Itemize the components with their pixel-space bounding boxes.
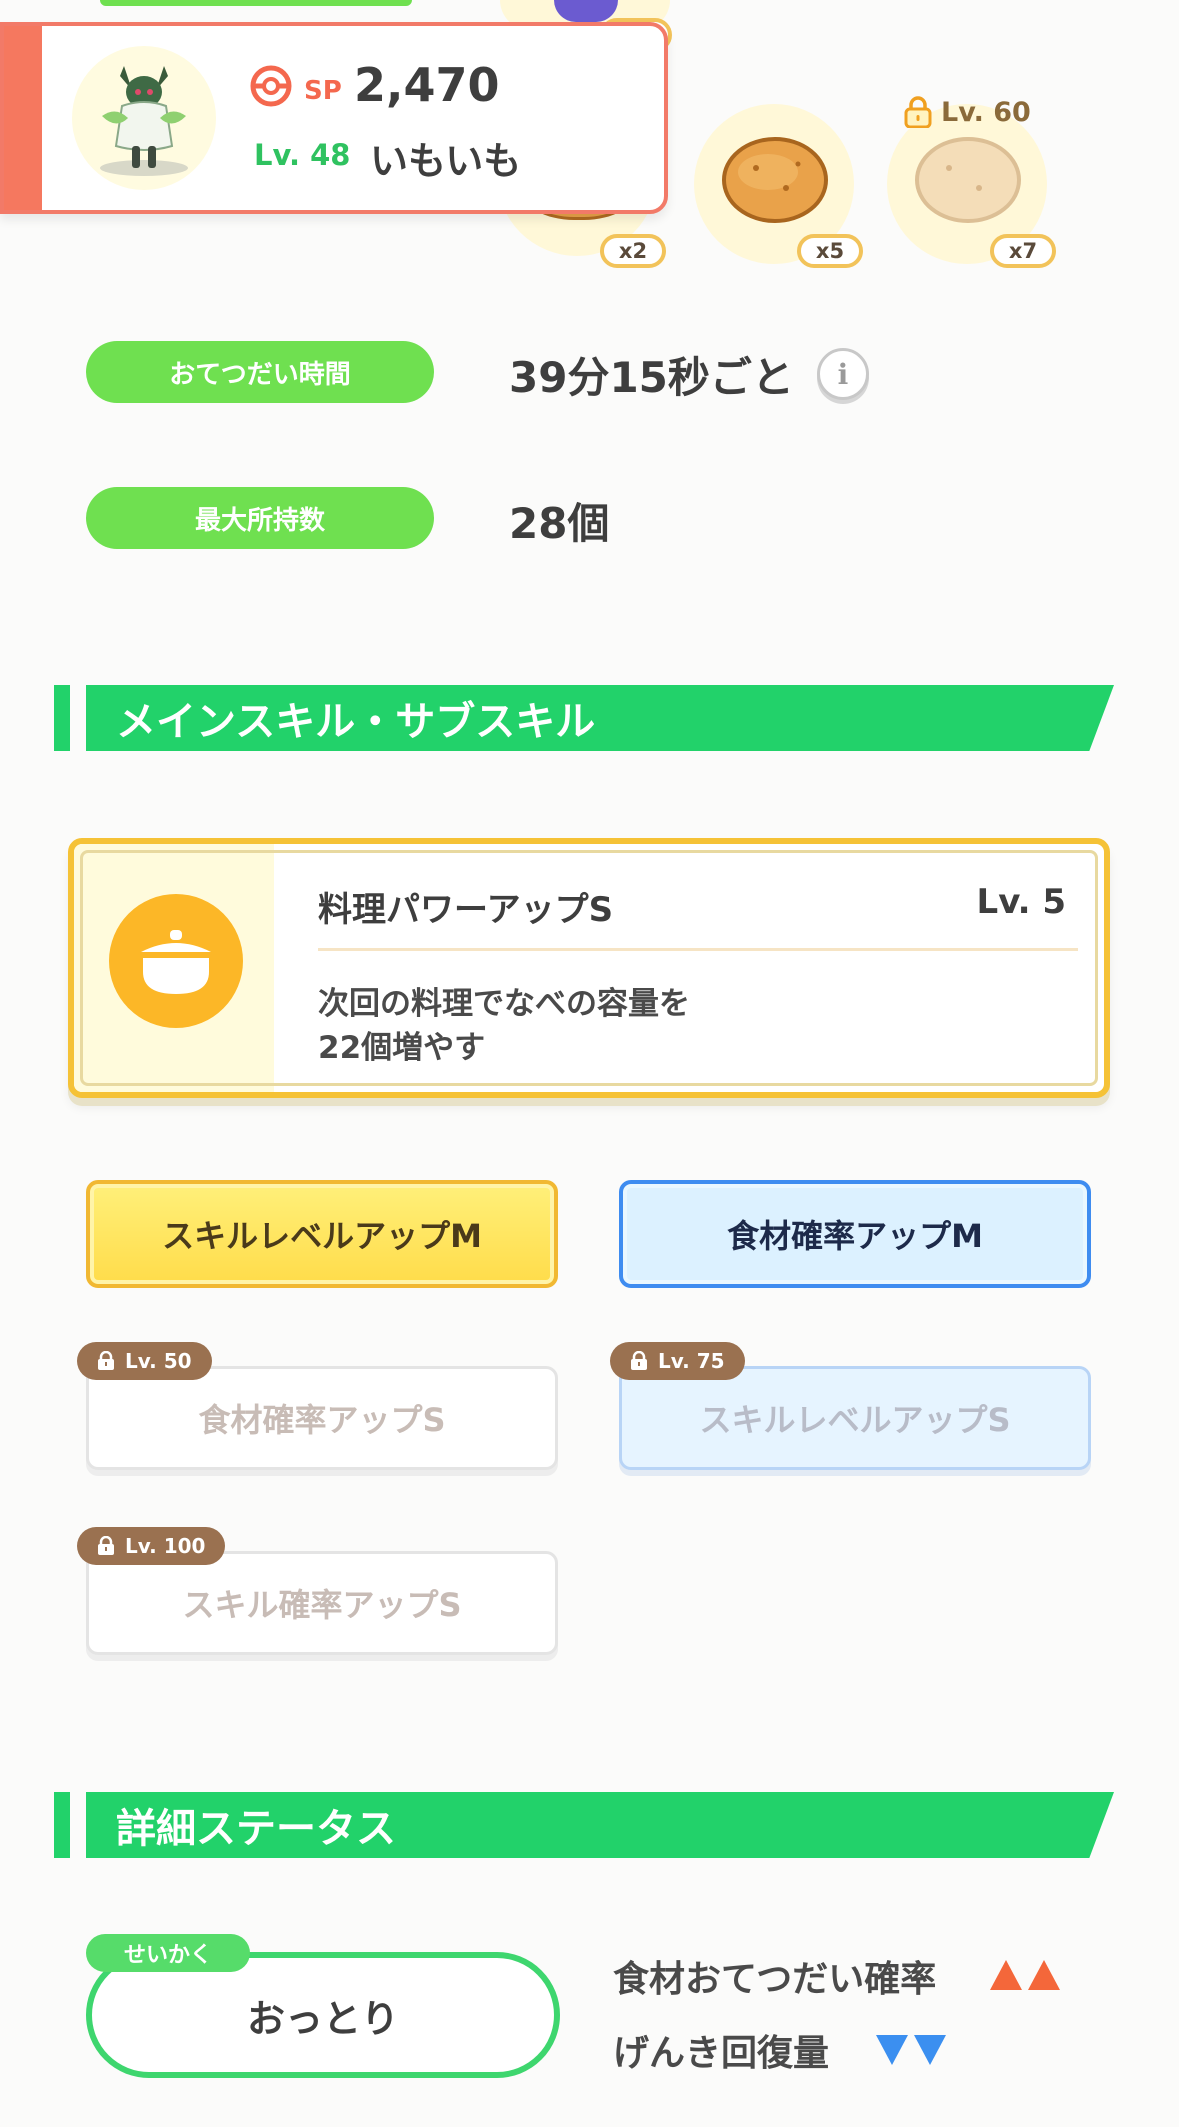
detail-section-header: 詳細ステータス	[54, 1792, 1114, 1858]
pokemon-sprite-icon	[100, 66, 188, 176]
main-skill-card[interactable]: 料理パワーアップS Lv. 5 次回の料理でなべの容量を 22個増やす	[68, 838, 1110, 1098]
max-carry-value: 28個	[509, 499, 610, 548]
help-time-label: おてつだい時間	[86, 341, 434, 403]
nature-tag: せいかく	[86, 1934, 250, 1972]
sub-skill-4-lock-tag: Lv. 75	[610, 1342, 745, 1380]
sub-skill-3-lock-tag: Lv. 50	[77, 1342, 212, 1380]
sub-skill-2[interactable]: 食材確率アップM	[619, 1180, 1091, 1288]
nature-up-stat-label: 食材おてつだい確率	[613, 1959, 937, 2000]
ingredient-count-1: x2	[600, 234, 666, 268]
sub-skill-1[interactable]: スキルレベルアップM	[86, 1180, 558, 1288]
potato-icon-locked	[915, 137, 1021, 223]
pokeball-icon	[250, 65, 292, 107]
top-bar-fragment	[100, 0, 412, 6]
lock-icon	[631, 1351, 647, 1370]
detail-section-title: 詳細ステータス	[116, 1806, 396, 1852]
up-arrows-icon	[990, 1960, 1060, 1990]
pokemon-header-card[interactable]: SP 2,470 Lv. 48 いもいも	[0, 22, 668, 214]
sub-skill-5-lock-tag: Lv. 100	[77, 1527, 226, 1565]
main-skill-description-2: 22個増やす	[318, 1030, 486, 1066]
main-skill-description-1: 次回の料理でなべの容量を	[318, 986, 690, 1022]
main-skill-level: Lv. 5	[976, 882, 1066, 922]
header-accent-stripe	[4, 26, 42, 210]
ingredient-count-3: x7	[990, 234, 1056, 268]
skills-section-header: メインスキル・サブスキル	[54, 685, 1114, 751]
lock-icon	[904, 96, 932, 128]
pokemon-portrait	[72, 46, 216, 190]
pokemon-level: Lv. 48	[254, 138, 351, 172]
sub-skill-4-locked[interactable]: スキルレベルアップS	[619, 1366, 1091, 1470]
nature-up-stat: 食材おてつだい確率	[613, 1950, 936, 2002]
skills-section-title: メインスキル・サブスキル	[116, 699, 596, 745]
help-time-value: 39分15秒ごと	[509, 353, 794, 402]
potato-icon	[722, 137, 828, 223]
max-carry-label: 最大所持数	[86, 487, 434, 549]
lock-icon	[98, 1536, 114, 1555]
sub-skill-3-locked[interactable]: 食材確率アップS	[86, 1366, 558, 1470]
lock-level-text: Lv. 50	[125, 1349, 192, 1373]
sub-skill-5-locked[interactable]: スキル確率アップS	[86, 1551, 558, 1655]
lock-level-text: Lv. 75	[658, 1349, 725, 1373]
lock-level-text: Lv. 60	[941, 96, 1031, 128]
sp-label: SP	[304, 76, 342, 106]
info-icon: i	[837, 357, 849, 391]
main-skill-divider	[318, 948, 1078, 951]
main-skill-name: 料理パワーアップS	[318, 890, 614, 930]
ingredient-lock-label: Lv. 60	[903, 96, 1031, 128]
pokemon-nickname: いもいも	[370, 139, 522, 183]
ingredient-count-2: x5	[797, 234, 863, 268]
lock-level-text: Lv. 100	[125, 1534, 206, 1558]
sp-value: 2,470	[354, 58, 500, 112]
lock-icon	[98, 1351, 114, 1370]
down-arrows-icon	[876, 2035, 946, 2065]
nature-down-stat-label: げんき回復量	[613, 2033, 830, 2074]
info-button[interactable]: i	[817, 348, 869, 400]
nature-down-stat: げんき回復量	[613, 2024, 829, 2076]
